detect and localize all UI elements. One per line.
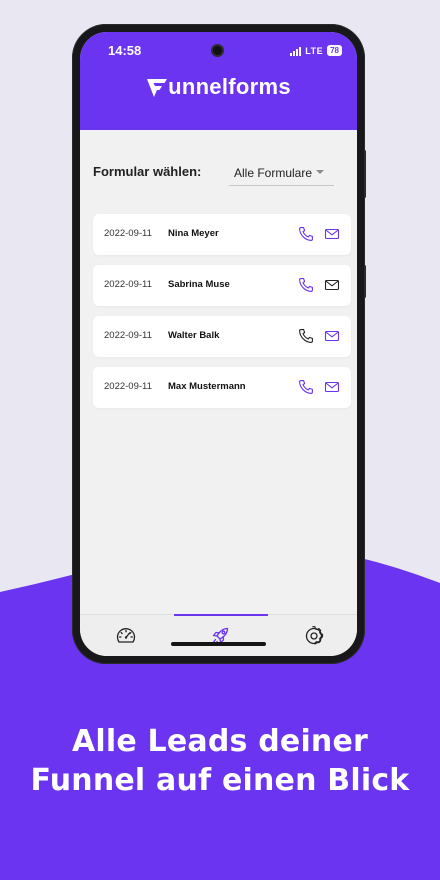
form-filter: Formular wählen: Alle Formulare <box>93 164 343 196</box>
mail-icon[interactable] <box>324 379 340 395</box>
phone-screen: 14:58 LTE 78 unnelforms Formular wählen: <box>80 32 357 656</box>
lead-date: 2022-09-11 <box>104 330 152 341</box>
gear-icon <box>305 626 324 645</box>
network-label: LTE <box>305 45 324 56</box>
lead-date: 2022-09-11 <box>104 228 152 239</box>
funnel-logo-icon <box>147 78 168 97</box>
phone-icon[interactable] <box>298 328 314 344</box>
signal-icon <box>290 46 302 56</box>
battery-icon: 78 <box>327 45 342 56</box>
tab-settings[interactable] <box>268 615 357 656</box>
tab-dashboard[interactable] <box>80 615 172 656</box>
app-header: 14:58 LTE 78 unnelforms <box>80 32 357 130</box>
tagline-line-2: Funnel auf einen Blick <box>30 763 410 798</box>
phone-icon[interactable] <box>298 277 314 293</box>
status-indicators: LTE 78 <box>290 45 342 56</box>
marketing-tagline: Alle Leads deiner Funnel auf einen Blick <box>0 722 440 800</box>
lead-item[interactable]: 2022-09-11 Nina Meyer <box>93 214 351 255</box>
brand-logo: unnelforms <box>80 72 357 102</box>
status-bar: 14:58 LTE 78 <box>80 42 357 62</box>
lead-list: 2022-09-11 Nina Meyer 2022-09-11 Sabrina… <box>93 214 351 418</box>
phone-icon[interactable] <box>298 379 314 395</box>
mail-icon[interactable] <box>324 328 340 344</box>
speedometer-icon <box>116 628 136 643</box>
phone-frame: 14:58 LTE 78 unnelforms Formular wählen: <box>72 24 365 664</box>
lead-name: Walter Balk <box>168 330 220 341</box>
brand-name: unnelforms <box>168 74 291 99</box>
front-camera <box>211 44 224 57</box>
lead-item[interactable]: 2022-09-11 Sabrina Muse <box>93 265 351 306</box>
filter-label: Formular wählen: <box>93 164 202 179</box>
chevron-down-icon <box>316 170 324 174</box>
lead-date: 2022-09-11 <box>104 381 152 392</box>
form-select-dropdown[interactable]: Alle Formulare <box>229 160 334 186</box>
lead-name: Sabrina Muse <box>168 279 230 290</box>
home-indicator[interactable] <box>171 642 266 646</box>
tagline-line-1: Alle Leads deiner <box>71 724 369 759</box>
bottom-tab-bar <box>80 614 357 656</box>
lead-item[interactable]: 2022-09-11 Max Mustermann <box>93 367 351 408</box>
mail-icon[interactable] <box>324 226 340 242</box>
phone-icon[interactable] <box>298 226 314 242</box>
status-time: 14:58 <box>108 43 142 58</box>
tab-leads[interactable] <box>174 614 268 656</box>
lead-item[interactable]: 2022-09-11 Walter Balk <box>93 316 351 357</box>
lead-date: 2022-09-11 <box>104 279 152 290</box>
form-select-value: Alle Formulare <box>234 165 313 180</box>
lead-name: Nina Meyer <box>168 228 219 239</box>
lead-name: Max Mustermann <box>168 381 246 392</box>
mail-icon[interactable] <box>324 277 340 293</box>
